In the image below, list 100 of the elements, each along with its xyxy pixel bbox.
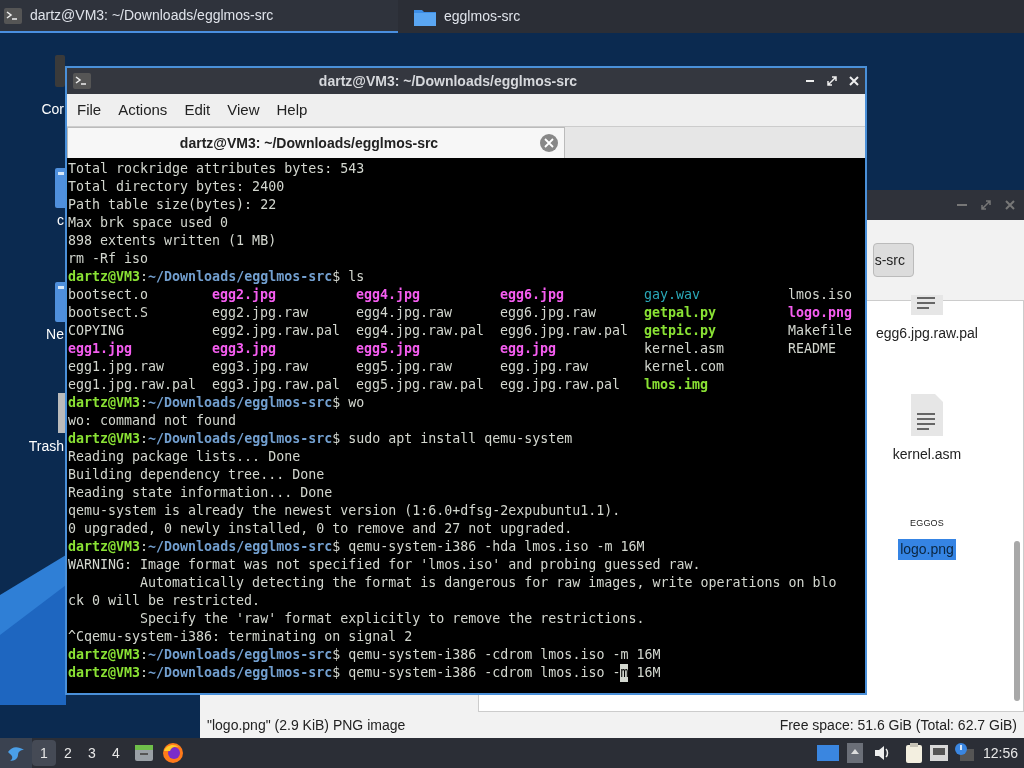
file-entry: bootsect.S <box>68 304 150 322</box>
menu-item[interactable]: Help <box>268 98 316 122</box>
thumbnail-text: EGGOS <box>909 517 945 530</box>
file-entry: gay.wav <box>644 286 702 304</box>
workspace-button[interactable]: 3 <box>80 740 104 766</box>
file-entry: egg1.jpg.raw <box>68 358 166 376</box>
firefox-icon[interactable] <box>162 742 184 764</box>
caret-icon[interactable] <box>846 743 863 763</box>
file-entry: egg.jpg <box>500 340 558 358</box>
workspace-button[interactable]: 2 <box>56 740 80 766</box>
file-entry: egg.jpg.raw.pal <box>500 376 622 394</box>
network-icon[interactable] <box>928 744 949 762</box>
command-text: ls <box>347 268 365 286</box>
output-line: Total rockridge attributes bytes: 543 <box>68 160 366 178</box>
menu-item[interactable]: View <box>219 98 268 122</box>
output-line: ck 0 will be restricted. <box>68 592 262 610</box>
desktop-icon-label[interactable]: Trash <box>28 439 64 453</box>
file-entry: egg4.jpg <box>356 286 422 304</box>
taskbar-window-button[interactable]: dartz@VM3: ~/Downloads/egglmos-src <box>0 0 398 33</box>
prompt-symbol: $ <box>332 646 341 664</box>
free-space-text: Free space: 51.6 GiB (Total: 62.7 GiB) <box>779 715 1017 735</box>
output-line: 0 upgraded, 0 newly installed, 0 to remove and 27 not upgraded. <box>68 520 574 538</box>
file-entry: egg3.jpg.raw.pal <box>212 376 342 394</box>
notification-icon[interactable] <box>954 743 975 763</box>
file-entry: egg2.jpg <box>212 286 278 304</box>
file-entry: egg5.jpg.raw <box>356 358 454 376</box>
output-line: Reading package lists... Done <box>68 448 302 466</box>
file-entry: kernel.com <box>644 358 726 376</box>
file-entry: egg5.jpg <box>356 340 422 358</box>
scrollbar[interactable] <box>1014 541 1020 701</box>
prompt-path: ~/Downloads/egglmos-src <box>148 430 333 448</box>
file-name[interactable]: kernel.asm <box>890 444 964 465</box>
prompt-path: ~/Downloads/egglmos-src <box>148 394 333 412</box>
terminal-icon <box>4 7 22 24</box>
speaker-icon[interactable] <box>872 744 891 762</box>
clipboard-icon[interactable] <box>904 742 923 764</box>
document-icon[interactable] <box>911 394 943 436</box>
file-entry: getpal.py <box>644 304 718 322</box>
prompt-user: dartz@VM3 <box>68 538 141 556</box>
file-entry: egg2.jpg.raw <box>212 304 310 322</box>
desktop-icon-label[interactable]: Cor <box>41 102 64 116</box>
file-entry: lmos.img <box>644 376 710 394</box>
file-entry: egg2.jpg.raw.pal <box>212 322 342 340</box>
menu-item[interactable]: File <box>69 98 110 122</box>
file-entry: egg4.jpg.raw.pal <box>356 322 486 340</box>
output-line: Reading state information... Done <box>68 484 334 502</box>
prompt-path: ~/Downloads/egglmos-src <box>148 646 333 664</box>
terminal-icon <box>73 73 91 89</box>
desktop-icon-label[interactable]: c <box>57 213 64 227</box>
file-name[interactable]: logo.png <box>898 538 956 560</box>
path-button[interactable]: s-src <box>872 243 914 277</box>
command-text: 16M <box>635 664 661 682</box>
window-icon[interactable] <box>816 745 839 761</box>
window-title: dartz@VM3: ~/Downloads/egglmos-src <box>317 71 579 91</box>
file-manager-icon[interactable] <box>134 743 154 763</box>
output-line: rm -Rf iso <box>68 250 150 268</box>
output-line: Automatically detecting the format is dangerous for raw images, write operations on blo <box>139 574 838 592</box>
prompt-separator: : <box>140 538 149 556</box>
file-entry: egg3.jpg.raw <box>212 358 310 376</box>
file-entry: README <box>788 340 838 358</box>
folder-icon <box>414 7 436 26</box>
file-entry: getpic.py <box>644 322 718 340</box>
output-line: ^Cqemu-system-i386: terminating on signal 2 <box>68 628 414 646</box>
file-entry: egg1.jpg.raw.pal <box>68 376 198 394</box>
file-entry: egg4.jpg.raw <box>356 304 454 322</box>
text-cursor: m <box>620 664 629 682</box>
start-menu-button[interactable] <box>0 738 32 768</box>
document-icon[interactable] <box>911 295 943 315</box>
prompt-user: dartz@VM3 <box>68 268 141 286</box>
file-entry: egg3.jpg <box>212 340 278 358</box>
output-line: 898 extents written (1 MB) <box>68 232 278 250</box>
output-line: qemu-system is already the newest version (1:6.0+dfsg-2expubuntu1.1). <box>68 502 622 520</box>
command-text: qemu-system-i386 -cdrom lmos.iso -m 16M <box>347 646 661 664</box>
terminal-tab[interactable]: dartz@VM3: ~/Downloads/egglmos-src <box>67 127 565 158</box>
workspace-button[interactable]: 4 <box>104 740 128 766</box>
output-line: WARNING: Image format was not specified for 'lmos.iso' and probing guessed raw. <box>68 556 702 574</box>
output-line: Path table size(bytes): 22 <box>68 196 278 214</box>
file-entry: logo.png <box>788 304 854 322</box>
prompt-user: dartz@VM3 <box>68 664 141 682</box>
tab-label: dartz@VM3: ~/Downloads/egglmos-src <box>178 133 440 153</box>
prompt-user: dartz@VM3 <box>68 430 141 448</box>
taskbar-window-button[interactable]: egglmos-src <box>406 0 706 33</box>
file-name[interactable]: egg6.jpg.raw.pal <box>874 323 980 344</box>
output-line: Specify the 'raw' format explicitly to remove the restrictions. <box>139 610 646 628</box>
workspace-button[interactable]: 1 <box>32 740 56 766</box>
prompt-path: ~/Downloads/egglmos-src <box>148 268 333 286</box>
file-entry: egg6.jpg.raw.pal <box>500 322 630 340</box>
menu-item[interactable]: Actions <box>110 98 176 122</box>
prompt-separator: : <box>140 664 149 682</box>
menu-item[interactable]: Edit <box>176 98 219 122</box>
output-line: Max brk space used 0 <box>68 214 230 232</box>
file-entry: Makefile <box>788 322 854 340</box>
file-entry: kernel.asm <box>644 340 726 358</box>
file-entry: COPYING <box>68 322 126 340</box>
bird-icon <box>6 744 26 762</box>
prompt-separator: : <box>140 394 149 412</box>
status-text: "logo.png" (2.9 KiB) PNG image <box>207 715 406 735</box>
command-text: sudo apt install qemu-system <box>347 430 573 448</box>
desktop-icon-label[interactable]: Ne <box>46 327 64 341</box>
prompt-separator: : <box>140 646 149 664</box>
